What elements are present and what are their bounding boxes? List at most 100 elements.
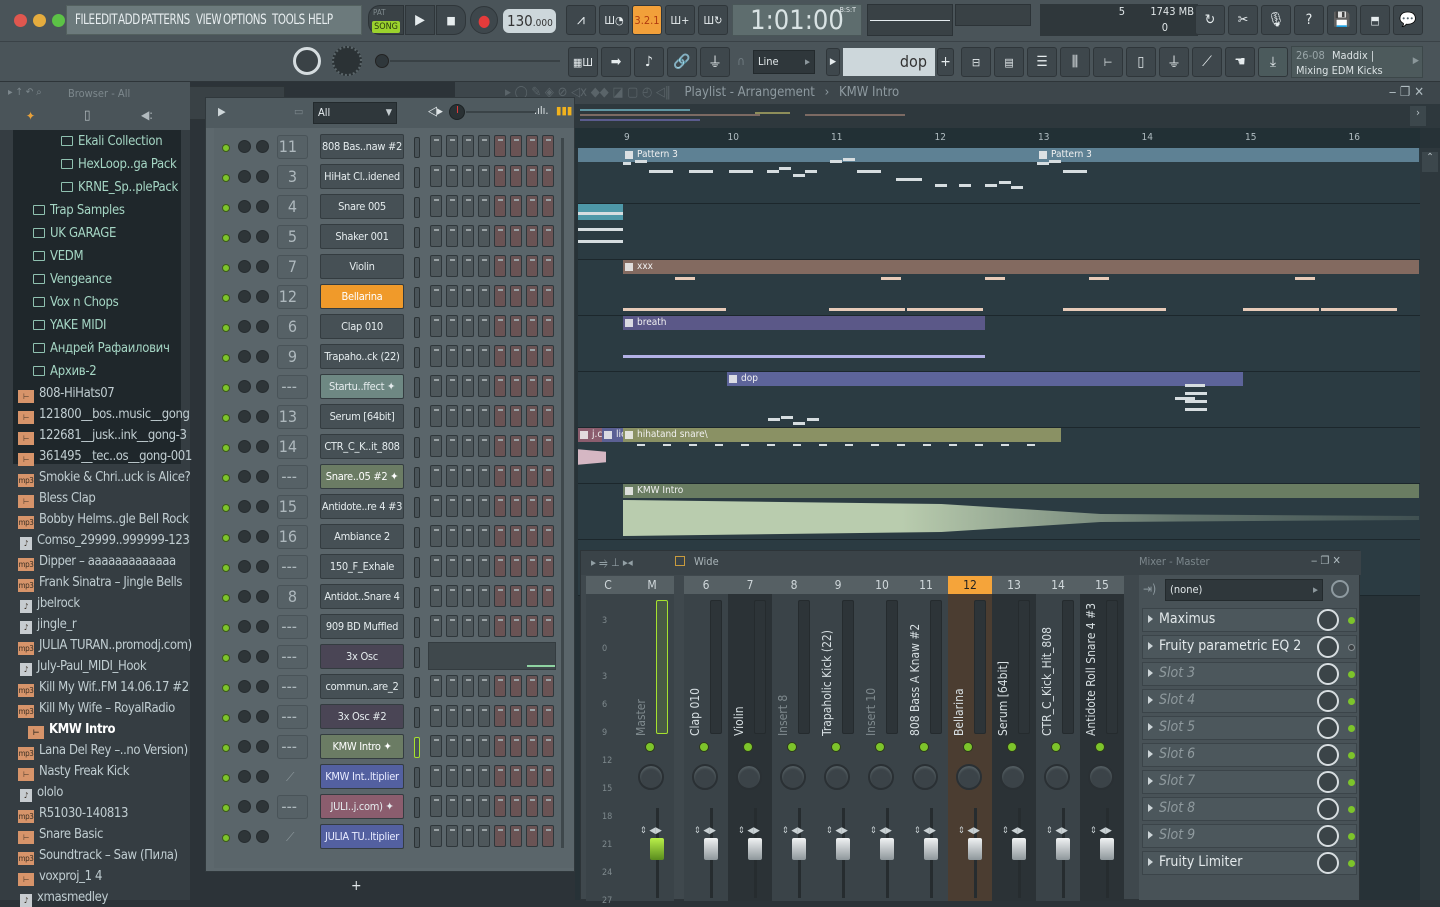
browser-folder[interactable]: Андрей Рафаилович <box>33 341 170 356</box>
channel-mute-led[interactable] <box>222 834 230 842</box>
document-icon[interactable]: ▯ <box>84 108 90 123</box>
step-button[interactable] <box>510 165 522 187</box>
touch-controller-button[interactable]: ☚ <box>1225 47 1255 77</box>
step-button[interactable] <box>430 195 442 217</box>
playlist-arrow-button[interactable]: ➡ <box>601 47 631 77</box>
pattern-prev-button[interactable]: ▶ <box>826 48 840 76</box>
channel-select[interactable] <box>414 557 420 578</box>
master-slider-track[interactable] <box>390 60 560 62</box>
fx-enable-led[interactable] <box>1348 698 1355 705</box>
step-button[interactable] <box>462 555 474 577</box>
browser-file[interactable]: mp3 JULIA TURAN..promodj.com) <box>18 638 192 655</box>
step-button[interactable] <box>510 375 522 397</box>
master-pitch-knob[interactable] <box>332 46 362 76</box>
expand-arrow-icon[interactable] <box>1148 777 1153 785</box>
tempo-display[interactable]: 130.000 <box>503 9 556 33</box>
channel-name-button[interactable]: Serum [64bit] <box>320 404 404 429</box>
step-button[interactable] <box>526 345 538 367</box>
step-edit-button[interactable]: Ш+ <box>665 5 695 35</box>
step-button[interactable] <box>462 825 474 847</box>
step-button[interactable] <box>542 735 554 757</box>
expand-arrow-icon[interactable] <box>1148 858 1153 866</box>
step-button[interactable] <box>510 315 522 337</box>
channel-filter-dropdown[interactable]: All ▼ <box>313 102 397 124</box>
step-button[interactable] <box>542 225 554 247</box>
expand-arrow-icon[interactable] <box>1148 750 1153 758</box>
step-button[interactable] <box>462 375 474 397</box>
browser-folder[interactable]: UK GARAGE <box>33 226 116 241</box>
expand-arrow-icon[interactable] <box>1148 804 1153 812</box>
fx-slot[interactable]: Slot 6 <box>1142 743 1357 767</box>
channel-volume-knob[interactable] <box>256 350 269 363</box>
clock-icon[interactable] <box>1331 580 1349 598</box>
channel-pan-knob[interactable] <box>238 680 251 693</box>
rack-menu-arrow-icon[interactable]: ▶ <box>218 105 226 118</box>
menu-edit[interactable]: EDIT <box>95 12 118 28</box>
master-volume-knob[interactable] <box>293 47 321 75</box>
fx-enable-led[interactable] <box>1348 860 1355 867</box>
step-button[interactable] <box>478 795 490 817</box>
mixer-volume-fader[interactable] <box>650 838 664 860</box>
step-button[interactable] <box>462 435 474 457</box>
channel-mute-led[interactable] <box>222 294 230 302</box>
browser-folder[interactable]: Vox n Chops <box>33 295 119 310</box>
step-button[interactable] <box>510 345 522 367</box>
browser-file[interactable]: ⊢ voxproj_1 4 <box>18 869 102 886</box>
channel-pan-knob[interactable] <box>238 380 251 393</box>
mixer-track-enable-led[interactable] <box>831 742 841 752</box>
mixer-width-label[interactable]: Wide <box>694 555 719 568</box>
fx-enable-led[interactable] <box>1348 779 1355 786</box>
fx-enable-led[interactable] <box>1348 617 1355 624</box>
channel-select[interactable] <box>414 737 420 758</box>
step-button[interactable] <box>510 555 522 577</box>
rack-scrollbar[interactable] <box>561 138 564 848</box>
fx-slot[interactable]: Slot 9 <box>1142 824 1357 848</box>
step-button[interactable] <box>478 735 490 757</box>
channel-name-button[interactable]: Antidote..re 4 #3 <box>320 494 404 519</box>
mixer-track[interactable]: 11 808 Bass A Knaw #2 ⇕ ◀▶ <box>904 576 948 901</box>
step-button[interactable] <box>510 495 522 517</box>
mixer-pan-knob[interactable] <box>912 764 938 790</box>
mixer-track[interactable]: 8 Insert 8 ⇕ ◀▶ <box>772 576 816 901</box>
mixer-view-icon[interactable] <box>675 556 685 566</box>
folder-icon[interactable]: ▭ <box>294 105 303 118</box>
step-button[interactable] <box>478 675 490 697</box>
step-button[interactable] <box>446 315 458 337</box>
edison-button[interactable]: ✂ <box>1228 5 1258 35</box>
step-button[interactable] <box>542 585 554 607</box>
channel-name-button[interactable]: Clap 010 <box>320 314 404 339</box>
browser-file[interactable]: ♪ xmasmedley <box>18 890 108 907</box>
channel-mute-led[interactable] <box>222 504 230 512</box>
step-button[interactable] <box>494 345 506 367</box>
channel-select[interactable] <box>414 467 420 488</box>
step-button[interactable] <box>510 195 522 217</box>
fx-enable-led[interactable] <box>1348 671 1355 678</box>
channel-mixer-track[interactable]: 11 <box>277 135 308 159</box>
playlist-track[interactable] <box>578 204 1420 260</box>
mixer-pan-knob[interactable] <box>956 764 982 790</box>
step-button[interactable] <box>526 615 538 637</box>
mixer-track[interactable]: 14 CTR_C_Kick_Hit_808 ⇕ ◀▶ <box>1036 576 1080 901</box>
channel-volume-knob[interactable] <box>256 260 269 273</box>
channel-volume-knob[interactable] <box>256 800 269 813</box>
channel-mute-led[interactable] <box>222 384 230 392</box>
step-button[interactable] <box>542 765 554 787</box>
step-button[interactable] <box>430 615 442 637</box>
channel-pan-knob[interactable] <box>238 410 251 423</box>
channel-volume-knob[interactable] <box>256 380 269 393</box>
step-button[interactable] <box>526 705 538 727</box>
channel-mute-led[interactable] <box>222 444 230 452</box>
step-button[interactable] <box>446 825 458 847</box>
menu-options[interactable]: OPTIONS <box>223 12 267 28</box>
channel-volume-knob[interactable] <box>256 770 269 783</box>
mixer-track[interactable]: 15 Antidote Roll Snare 4 #3 ⇕ ◀▶ <box>1080 576 1124 901</box>
channel-name-button[interactable]: Bellarina <box>320 284 404 309</box>
pat-song-toggle[interactable]: PAT SONG <box>368 5 404 35</box>
channel-mixer-track[interactable]: --- <box>277 615 308 639</box>
channel-name-button[interactable]: commun..are_2 <box>320 674 404 699</box>
mixer-track-enable-led[interactable] <box>699 742 709 752</box>
step-button[interactable] <box>478 585 490 607</box>
step-button[interactable] <box>510 405 522 427</box>
channel-select[interactable] <box>414 497 420 518</box>
step-button[interactable] <box>510 615 522 637</box>
